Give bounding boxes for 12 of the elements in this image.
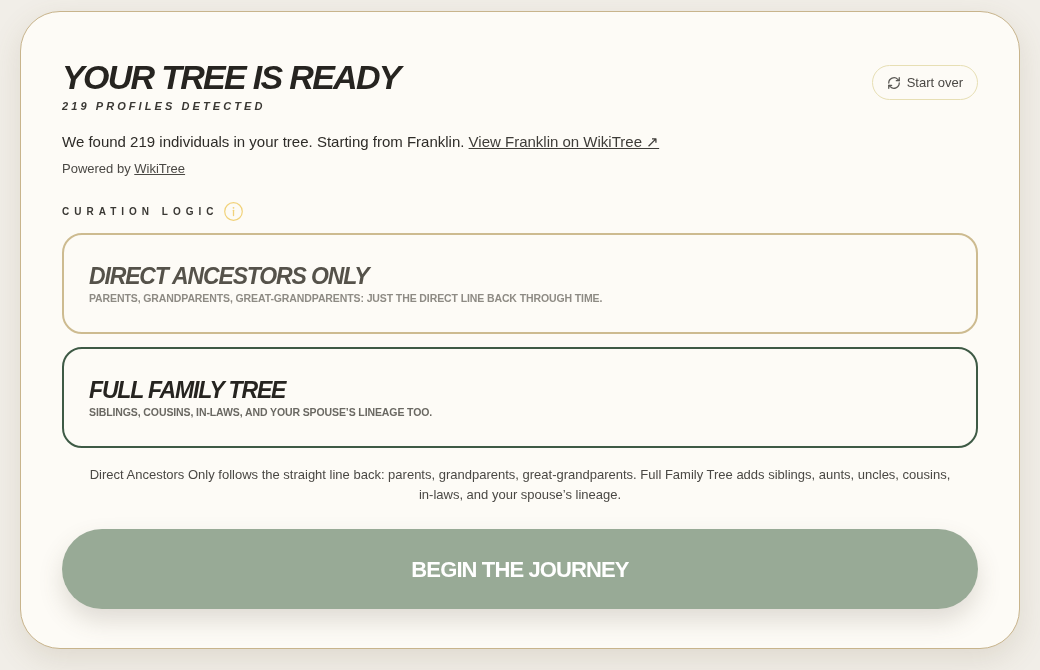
wikitree-link[interactable]: WikiTree <box>134 161 186 176</box>
summary-text: We found 219 individuals in your tree. Starting from Franklin. View Franklin on WikiTree ↗ <box>62 132 661 152</box>
powered-by-text: Powered by WikiTree <box>62 160 187 178</box>
curation-logic-label: CURATION LOGIC <box>62 204 219 219</box>
refresh-icon <box>886 75 901 90</box>
explanation-text: Direct Ancestors Only follows the straight line back: parents, grandparents, great-grandparents. Full Family Tree adds siblings, aunts, uncles, cousins, in-laws, and your spouse’s lineage. <box>88 466 952 504</box>
profiles-count: 219 PROFILES DETECTED <box>62 99 267 113</box>
option-card[interactable]: FULL FAMILY TREE SIBLINGS, COUSINS, IN-LAWS, AND YOUR SPOUSE’S LINEAGE TOO. <box>62 347 978 448</box>
wikitree-profile-link[interactable]: View Franklin on WikiTree ↗ <box>468 133 660 150</box>
option-card[interactable]: DIRECT ANCESTORS ONLY PARENTS, GRANDPARENTS, GREAT-GRANDPARENTS: JUST THE DIRECT LINE BACK THROUGH TIME. <box>62 233 978 334</box>
info-icon[interactable] <box>224 202 244 221</box>
start-over-button[interactable]: Start over <box>871 65 978 100</box>
